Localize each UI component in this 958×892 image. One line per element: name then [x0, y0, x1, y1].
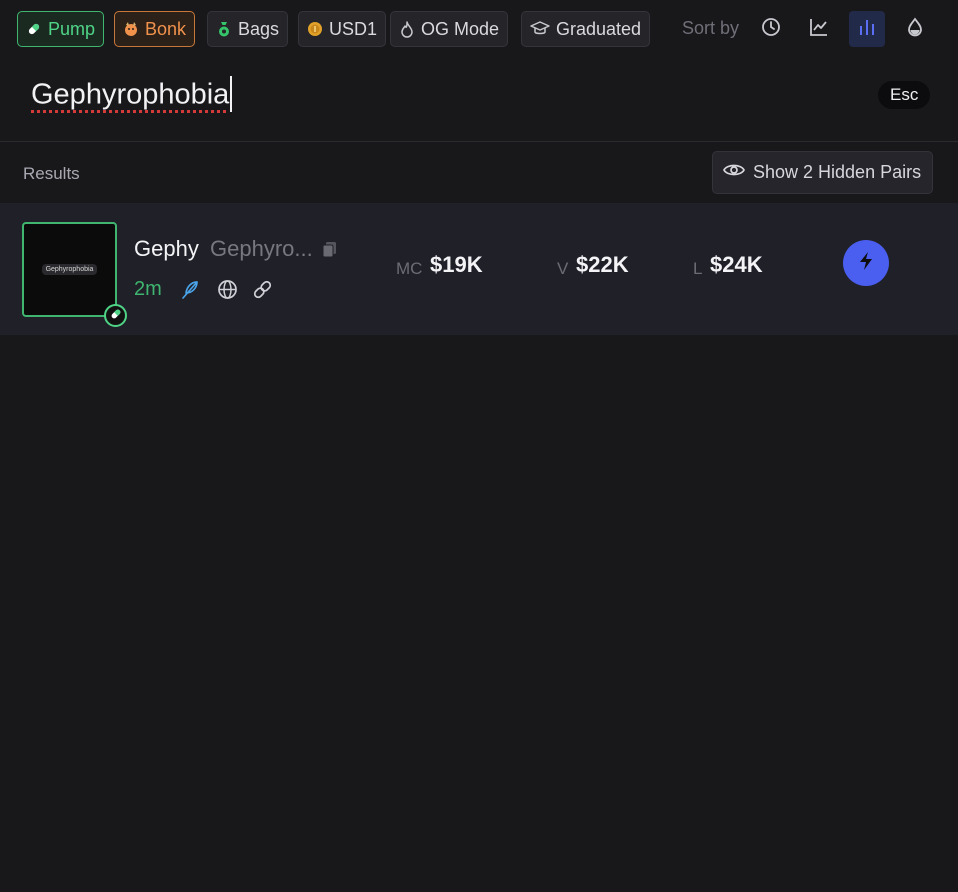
pump-feather-link-icon[interactable] — [180, 279, 201, 305]
search-input[interactable]: Gephyrophobia — [31, 76, 233, 114]
text-caret — [230, 76, 233, 112]
filter-pump-button[interactable]: Pump — [17, 11, 105, 47]
clock-icon — [761, 17, 781, 42]
sort-by-age-button[interactable] — [753, 11, 789, 47]
filter-bags-button[interactable]: Bags — [207, 11, 289, 47]
token-name: Gephyro... — [210, 236, 313, 261]
token-image-text: Gephyrophobia — [41, 264, 98, 275]
filter-usd1-label: USD1 — [329, 18, 378, 39]
quick-buy-button[interactable] — [843, 240, 889, 286]
filter-usd1-button[interactable]: USD1 — [298, 11, 387, 47]
globe-icon[interactable] — [217, 279, 238, 305]
volume-value: $22K — [576, 252, 629, 277]
sort-by-market-cap-button[interactable] — [849, 11, 885, 47]
filter-bonk-button[interactable]: Bonk — [114, 11, 196, 47]
filter-graduated-label: Graduated — [556, 18, 642, 39]
droplet-icon — [906, 17, 924, 42]
token-result-row[interactable]: Gephyrophobia Gephy Gephyro... 2m MC $19… — [0, 203, 958, 335]
bonk-dog-icon — [123, 21, 139, 37]
sort-by-label: Sort by — [682, 18, 740, 38]
search-query-text: Gephyrophobia — [31, 78, 230, 111]
token-image: Gephyrophobia — [22, 222, 117, 317]
bar-chart-icon — [857, 17, 877, 42]
show-hidden-pairs-button[interactable]: Show 2 Hidden Pairs — [712, 151, 933, 194]
sort-by-volume-button[interactable] — [801, 11, 837, 47]
token-age: 2m — [134, 278, 162, 300]
coin-icon — [307, 21, 323, 37]
filter-og-mode-label: OG Mode — [421, 18, 500, 39]
market-cap-value: $19K — [430, 252, 483, 277]
lightning-bolt-icon — [858, 251, 874, 276]
filter-og-mode-button[interactable]: OG Mode — [390, 11, 509, 47]
filter-bonk-label: Bonk — [145, 18, 187, 39]
liquidity-value: $24K — [710, 252, 763, 277]
volume-label: V — [557, 259, 569, 278]
pump-platform-badge — [104, 304, 127, 327]
filter-bar: Pump Bonk Bags USD1 OG Mode Graduated So… — [0, 0, 958, 58]
money-bag-icon — [216, 21, 232, 37]
flame-icon — [399, 20, 415, 38]
filter-bags-label: Bags — [238, 18, 280, 39]
copy-address-icon[interactable] — [321, 240, 339, 263]
liquidity-label: L — [693, 259, 703, 278]
line-chart-icon — [809, 17, 829, 42]
pill-icon — [26, 21, 42, 37]
search-bar: Gephyrophobia — [0, 58, 958, 142]
link-icon[interactable] — [252, 279, 273, 305]
market-cap-label: MC — [396, 259, 423, 278]
show-hidden-pairs-label: Show 2 Hidden Pairs — [753, 162, 922, 182]
pill-icon — [110, 307, 122, 325]
token-symbol: Gephy — [134, 236, 199, 261]
filter-graduated-button[interactable]: Graduated — [521, 11, 651, 47]
esc-button[interactable]: Esc — [878, 81, 931, 109]
sort-by-liquidity-button[interactable] — [897, 11, 933, 47]
graduation-cap-icon — [530, 21, 550, 37]
filter-pump-label: Pump — [48, 18, 96, 39]
eye-icon — [723, 162, 745, 183]
results-heading: Results — [23, 164, 80, 183]
